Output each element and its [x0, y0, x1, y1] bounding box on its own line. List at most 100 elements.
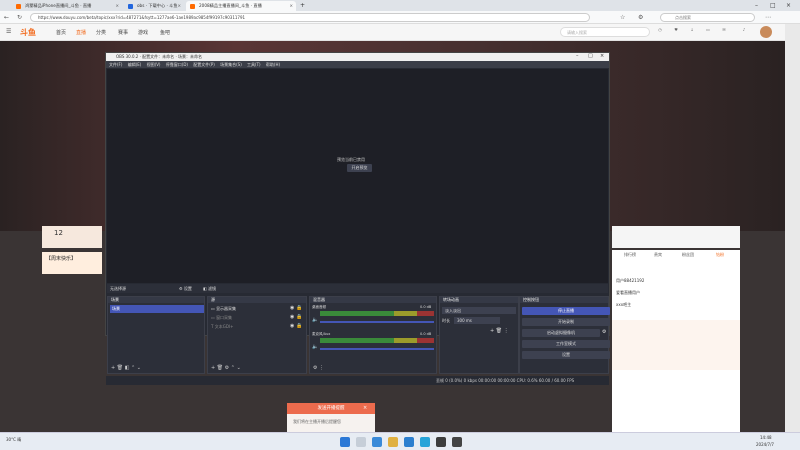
bell-icon[interactable]: ♪: [740, 27, 748, 37]
new-tab-button[interactable]: +: [300, 0, 305, 11]
maximize-button[interactable]: □: [770, 0, 776, 11]
rank-user-1[interactable]: 用户88421192: [616, 278, 644, 284]
obs-close-button[interactable]: ×: [600, 53, 604, 59]
follow-count-card[interactable]: 12: [42, 226, 102, 248]
browser-tab-3[interactable]: 2008精品主播直播间_斗鱼 · 直播 ×: [186, 1, 296, 11]
source-toolbar-buttons[interactable]: + 🗑 ⚙ ⌃ ⌄: [211, 365, 241, 371]
nav-live[interactable]: 直播: [76, 29, 86, 36]
address-bar-row: ← ↻ https://www.douyu.com/beta/topic/xxx…: [0, 11, 800, 24]
source-item-display[interactable]: ▭ 显示器采集: [211, 305, 236, 313]
follow-icon[interactable]: ♥: [672, 27, 680, 37]
menu-icon[interactable]: ⋯: [765, 13, 771, 22]
preview-disabled-text: 预览当前已禁用: [337, 157, 365, 162]
store-icon[interactable]: [404, 437, 414, 447]
tab-fans[interactable]: 粉丝团: [682, 252, 694, 258]
avatar[interactable]: [760, 26, 772, 38]
nav-fishbar[interactable]: 鱼吧: [160, 29, 170, 36]
menu-tools[interactable]: 工具(T): [247, 62, 261, 67]
minimize-button[interactable]: –: [755, 0, 758, 11]
page-scrollbar[interactable]: [785, 24, 800, 450]
close-icon[interactable]: ×: [363, 405, 367, 411]
nav-home[interactable]: 首页: [56, 29, 66, 36]
stop-streaming-button[interactable]: 停止直播: [522, 307, 610, 315]
transitions-dock: 转场动画 淡入淡出 时长 300 ms + 🗑 ⋮: [439, 296, 519, 374]
transition-buttons[interactable]: + 🗑 ⋮: [490, 328, 509, 334]
obs-app-icon[interactable]: [436, 437, 446, 447]
app-icon[interactable]: [420, 437, 430, 447]
properties-button[interactable]: ⚙ 设置: [179, 284, 192, 293]
weather-widget[interactable]: 30°C 晴: [6, 437, 21, 443]
hamburger-icon[interactable]: ☰: [6, 27, 11, 36]
gear-icon[interactable]: ⚙: [602, 329, 606, 335]
eye-icon[interactable]: ◉ 🔒: [290, 323, 302, 329]
volume-slider[interactable]: [320, 321, 434, 323]
browser-tab-1[interactable]: 鸿蒙精品iPhone直播间_斗鱼 · 直播 ×: [12, 1, 122, 11]
close-icon[interactable]: ×: [177, 1, 181, 11]
menu-file[interactable]: 文件(F): [109, 62, 122, 67]
start-virtual-camera-button[interactable]: 启动虚拟摄像机: [522, 329, 600, 337]
transition-select[interactable]: 淡入淡出: [442, 307, 516, 314]
audio-meter: [320, 311, 434, 316]
nav-events[interactable]: 赛事: [118, 29, 128, 36]
tab-vip[interactable]: 贵宾: [654, 252, 662, 258]
scene-item[interactable]: 场景: [110, 305, 204, 313]
folder-icon[interactable]: [388, 437, 398, 447]
site-search-input[interactable]: 请输入搜索: [560, 27, 650, 37]
filters-button[interactable]: ◧ 滤镜: [203, 284, 216, 293]
close-window-button[interactable]: ×: [786, 0, 791, 11]
source-toolbar: 无选择源 ⚙ 设置 ◧ 滤镜: [107, 284, 608, 293]
site-favicon-icon: [128, 4, 133, 9]
extensions-icon[interactable]: ⚙: [638, 13, 643, 22]
back-icon[interactable]: ←: [4, 13, 9, 22]
settings-button[interactable]: 设置: [522, 351, 610, 359]
start-stream-reminder-popup: 发送开播提醒 × 我们将在主播开播后提醒您: [287, 403, 375, 435]
site-logo[interactable]: 斗鱼: [20, 27, 36, 38]
obs-minimize-button[interactable]: –: [576, 53, 579, 59]
duration-input[interactable]: 300 ms: [454, 317, 500, 324]
browser-search-input[interactable]: 点击搜索: [660, 13, 755, 22]
studio-mode-button[interactable]: 工作室模式: [522, 340, 610, 348]
close-icon[interactable]: ×: [289, 1, 293, 11]
menu-profile[interactable]: 配置文件(P): [193, 62, 215, 67]
obs-preview[interactable]: 预览当前已禁用 开启预览: [107, 69, 608, 283]
rank-user-3[interactable]: xxx吧主: [616, 302, 631, 308]
nav-games[interactable]: 游戏: [138, 29, 148, 36]
speaker-icon[interactable]: 🔈: [312, 344, 318, 350]
obs-window-icon[interactable]: [452, 437, 462, 447]
edge-icon[interactable]: [372, 437, 382, 447]
obs-maximize-button[interactable]: □: [588, 53, 593, 59]
close-icon[interactable]: ×: [115, 1, 119, 11]
start-recording-button[interactable]: 开始录制: [522, 318, 610, 326]
tab-rank[interactable]: 排行榜: [624, 252, 636, 258]
browser-tab-2[interactable]: obs · 下载中心 · 斗鱼 ×: [124, 1, 184, 11]
favorites-icon[interactable]: ☆: [620, 13, 625, 22]
client-icon[interactable]: ▭: [704, 27, 712, 37]
message-icon[interactable]: ✉: [720, 27, 728, 37]
eye-icon[interactable]: ◉ 🔒: [290, 305, 302, 311]
rank-user-2[interactable]: 爱看直播用户: [616, 290, 640, 296]
scene-toolbar[interactable]: + 🗑 ◧ ⌃ ⌄: [111, 365, 141, 371]
menu-docks[interactable]: 停靠窗口(D): [166, 62, 188, 67]
history-icon[interactable]: ◷: [656, 27, 664, 37]
start-icon[interactable]: [340, 437, 350, 447]
source-item-window[interactable]: ▭ 窗口采集: [211, 314, 232, 322]
popup-title: 发送开播提醒: [287, 403, 375, 414]
tab-diamond[interactable]: 钻粉: [716, 252, 724, 258]
nav-category[interactable]: 分类: [96, 29, 106, 36]
eye-icon[interactable]: ◉ 🔒: [290, 314, 302, 320]
search-icon[interactable]: [356, 437, 366, 447]
refresh-icon[interactable]: ↻: [17, 13, 22, 22]
url-input[interactable]: https://www.douyu.com/beta/topic/xxx?rid…: [30, 13, 590, 22]
enable-preview-button[interactable]: 开启预览: [347, 164, 372, 172]
menu-view[interactable]: 视图(V): [147, 62, 161, 67]
mixer-settings-icon[interactable]: ⚙ ⋮: [313, 365, 324, 371]
menu-scene-collection[interactable]: 场景集合(S): [220, 62, 242, 67]
windows-taskbar: 30°C 晴 14:48 2024/7/7: [0, 432, 800, 450]
speaker-icon[interactable]: 🔈: [312, 317, 318, 323]
scenes-dock: 场景 场景 + 🗑 ◧ ⌃ ⌄: [107, 296, 205, 374]
menu-help[interactable]: 帮助(H): [266, 62, 280, 67]
download-icon[interactable]: ↓: [688, 27, 696, 37]
source-item-text[interactable]: T 文本GDI+: [211, 323, 233, 331]
volume-slider[interactable]: [320, 348, 434, 350]
menu-edit[interactable]: 编辑(E): [128, 62, 142, 67]
